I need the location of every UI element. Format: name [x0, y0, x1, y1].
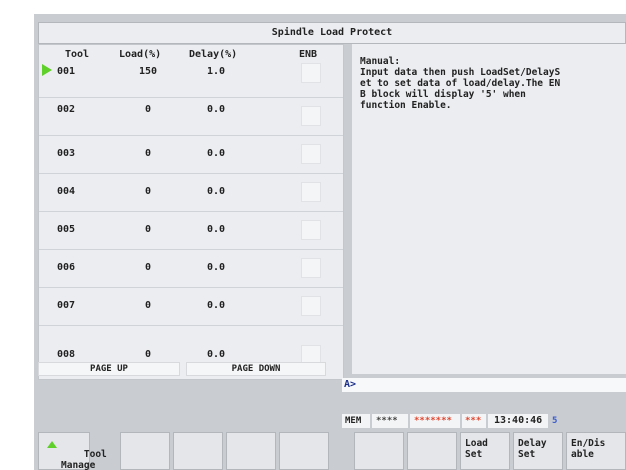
table-row[interactable]: 006 0 0.0 [39, 249, 343, 288]
delay-value[interactable]: 0.0 [195, 148, 237, 159]
table-row[interactable]: 001 150 1.0 [39, 59, 343, 98]
softkey-en-disable[interactable]: En/Dis able [566, 432, 626, 470]
delay-value[interactable]: 1.0 [195, 66, 237, 77]
screen-title: Spindle Load Protect [38, 22, 626, 44]
softkey-blank-6[interactable] [407, 432, 457, 470]
table-row[interactable]: 002 0 0.0 [39, 97, 343, 136]
tool-number: 005 [57, 224, 76, 235]
delay-value[interactable]: 0.0 [195, 262, 237, 273]
load-value[interactable]: 0 [127, 104, 169, 115]
status-stars-1: **** [372, 414, 408, 428]
table-row[interactable]: 005 0 0.0 [39, 211, 343, 250]
enb-cell[interactable] [301, 106, 321, 126]
tool-number: 003 [57, 148, 76, 159]
cnc-screen: Spindle Load Protect Tool Load(%) Delay(… [34, 14, 626, 470]
table-row[interactable]: 004 0 0.0 [39, 173, 343, 212]
delay-value[interactable]: 0.0 [195, 104, 237, 115]
page-down-button[interactable]: PAGE DOWN [186, 362, 326, 376]
load-value[interactable]: 0 [127, 148, 169, 159]
tool-table: Tool Load(%) Delay(%) ENB 001 150 1.0 00… [38, 44, 344, 380]
softkey-blank-4[interactable] [279, 432, 329, 470]
table-row[interactable]: 008 0 0.0 [39, 325, 343, 365]
enb-cell[interactable] [301, 63, 321, 83]
delay-value[interactable]: 0.0 [195, 300, 237, 311]
softkey-blank-1[interactable] [120, 432, 170, 470]
delay-value[interactable]: 0.0 [195, 349, 237, 360]
enb-cell[interactable] [301, 220, 321, 240]
tool-number: 006 [57, 262, 76, 273]
status-stars-3: *** [462, 414, 486, 428]
key-input-line[interactable]: A> [342, 378, 626, 392]
enb-cell[interactable] [301, 182, 321, 202]
softkey-tool-manage[interactable]: Tool Manage [38, 432, 107, 470]
load-value[interactable]: 0 [127, 186, 169, 197]
load-value[interactable]: 0 [127, 349, 169, 360]
manual-panel: Manual: Input data then push LoadSet/Del… [352, 44, 626, 374]
softkey-blank-5[interactable] [354, 432, 404, 470]
enb-cell[interactable] [301, 296, 321, 316]
tool-number: 001 [57, 66, 76, 77]
status-bar: MEM **** ******* *** 13:40:46 5 [342, 414, 626, 428]
tool-number: 007 [57, 300, 76, 311]
softkey-delay-set[interactable]: Delay Set [513, 432, 563, 470]
enb-cell[interactable] [301, 144, 321, 164]
table-row[interactable]: 003 0 0.0 [39, 135, 343, 174]
load-value[interactable]: 0 [127, 224, 169, 235]
load-value[interactable]: 0 [127, 262, 169, 273]
manual-body: Input data then push LoadSet/DelayS et t… [360, 67, 561, 111]
load-value[interactable]: 150 [127, 66, 169, 77]
delay-value[interactable]: 0.0 [195, 186, 237, 197]
input-prompt: A> [344, 379, 357, 390]
tool-number: 002 [57, 104, 76, 115]
manual-heading: Manual: [360, 56, 401, 67]
softkey-blank-3[interactable] [226, 432, 276, 470]
page-up-button[interactable]: PAGE UP [38, 362, 180, 376]
softkey-blank-2[interactable] [173, 432, 223, 470]
manual-text: Manual: Input data then push LoadSet/Del… [360, 56, 626, 111]
table-row[interactable]: 007 0 0.0 [39, 287, 343, 326]
softkey-label: Tool Manage [61, 449, 107, 470]
enb-cell[interactable] [301, 258, 321, 278]
load-value[interactable]: 0 [127, 300, 169, 311]
tool-number: 004 [57, 186, 76, 197]
status-number: 5 [552, 416, 558, 426]
mode-indicator: MEM [342, 414, 370, 428]
delay-value[interactable]: 0.0 [195, 224, 237, 235]
tool-number: 008 [57, 349, 76, 360]
clock: 13:40:46 [488, 414, 548, 428]
return-arrow-icon [47, 441, 57, 448]
status-stars-2: ******* [410, 414, 460, 428]
row-cursor-icon [42, 64, 52, 76]
softkey-load-set[interactable]: Load Set [460, 432, 510, 470]
